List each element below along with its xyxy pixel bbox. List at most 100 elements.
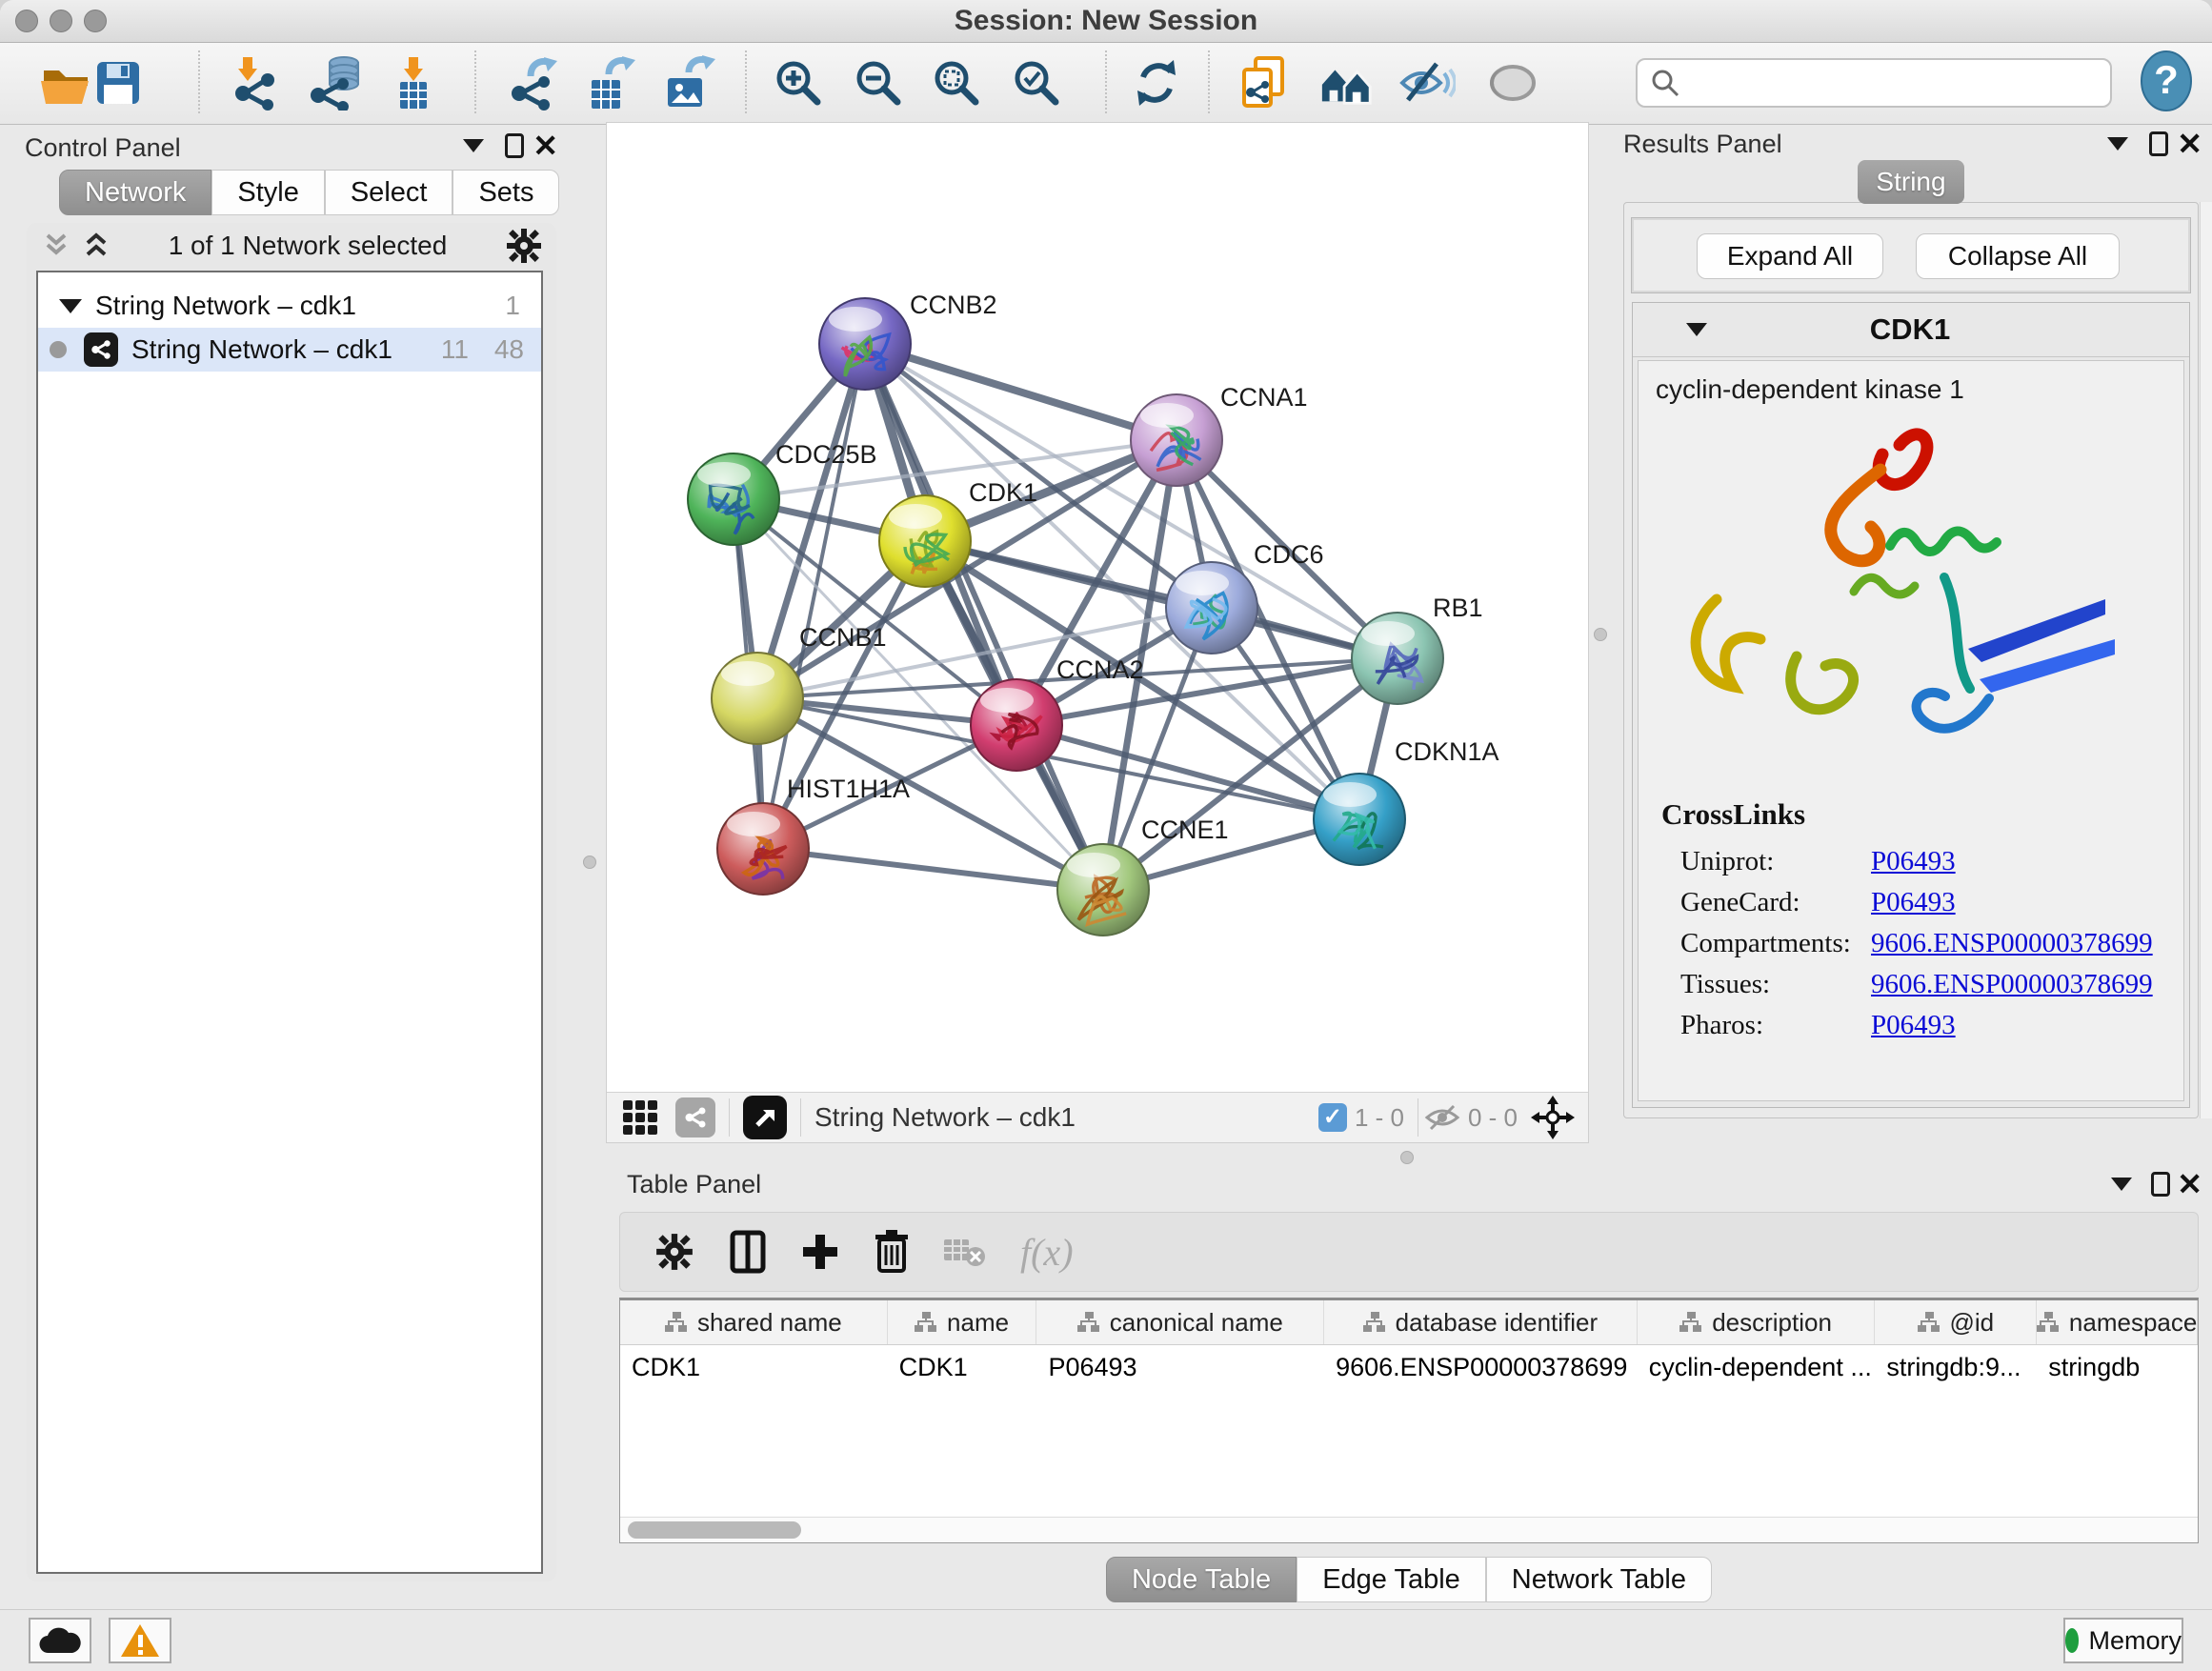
refresh-view-button[interactable] bbox=[1128, 54, 1185, 111]
expand-all-button[interactable]: Expand All bbox=[1697, 233, 1883, 279]
create-column-button[interactable] bbox=[801, 1233, 839, 1271]
column-header-3[interactable]: database identifier bbox=[1324, 1300, 1638, 1344]
horizontal-splitter-handle[interactable] bbox=[1400, 1151, 1414, 1164]
crosslink-link[interactable]: P06493 bbox=[1871, 846, 1956, 876]
network-collection-row[interactable]: String Network – cdk1 1 bbox=[38, 284, 541, 328]
help-button[interactable]: ? bbox=[2138, 52, 2195, 110]
cell-@id[interactable]: stringdb:9... bbox=[1875, 1345, 2037, 1389]
node-RB1[interactable]: RB1 bbox=[1352, 594, 1483, 704]
results-scrollbar[interactable] bbox=[2200, 202, 2212, 1118]
hide-selected-button[interactable] bbox=[1398, 54, 1456, 111]
export-network-button[interactable] bbox=[505, 54, 562, 111]
delete-column-button[interactable] bbox=[874, 1230, 910, 1274]
fit-content-button[interactable] bbox=[928, 54, 985, 111]
gear-icon[interactable] bbox=[505, 227, 543, 265]
edge-CCNB2-CCNA1[interactable] bbox=[865, 344, 1176, 440]
toolbar-separator bbox=[745, 50, 747, 113]
birds-eye-grid-icon[interactable] bbox=[622, 1099, 658, 1136]
panel-close-icon[interactable]: ✕ bbox=[2177, 131, 2202, 156]
string-view-icon[interactable] bbox=[675, 1097, 715, 1137]
show-all-button[interactable] bbox=[1484, 54, 1541, 111]
zoom-selected-button[interactable] bbox=[1008, 54, 1065, 111]
import-network-database-button[interactable] bbox=[307, 54, 364, 111]
selected-checkbox-icon[interactable]: ✓ bbox=[1318, 1103, 1347, 1132]
panel-menu-icon[interactable] bbox=[2107, 137, 2128, 151]
save-session-button[interactable] bbox=[90, 54, 147, 111]
right-splitter-handle[interactable] bbox=[1594, 628, 1607, 641]
column-header-0[interactable]: shared name bbox=[620, 1300, 888, 1344]
node-CCNA1[interactable]: CCNA1 bbox=[1131, 383, 1308, 486]
edge-CCNB2-HIST1H1A[interactable] bbox=[763, 344, 865, 849]
node-CDKN1A[interactable]: CDKN1A bbox=[1314, 737, 1499, 865]
node-HIST1H1A[interactable]: HIST1H1A bbox=[717, 775, 910, 895]
panel-float-icon[interactable] bbox=[505, 133, 524, 158]
cell-namespace[interactable]: stringdb bbox=[2037, 1345, 2198, 1389]
zoom-in-button[interactable] bbox=[770, 54, 827, 111]
tab-string[interactable]: String bbox=[1858, 160, 1964, 204]
tab-network[interactable]: Network bbox=[59, 170, 211, 215]
tab-node-table[interactable]: Node Table bbox=[1106, 1557, 1297, 1602]
node-CDK1[interactable]: CDK1 bbox=[879, 478, 1037, 587]
table-settings-button[interactable] bbox=[654, 1232, 694, 1272]
node-CCNB1[interactable]: CCNB1 bbox=[712, 623, 887, 744]
panel-menu-icon[interactable] bbox=[463, 139, 484, 152]
collapse-all-icon[interactable] bbox=[42, 232, 70, 260]
crosslink-link[interactable]: P06493 bbox=[1871, 887, 1956, 917]
column-header-5[interactable]: @id bbox=[1875, 1300, 2037, 1344]
column-header-1[interactable]: name bbox=[888, 1300, 1037, 1344]
edge-CCNB2-CCNE1[interactable] bbox=[865, 344, 1103, 890]
column-header-2[interactable]: canonical name bbox=[1036, 1300, 1324, 1344]
gene-expander-icon[interactable] bbox=[1686, 323, 1707, 336]
expand-all-icon[interactable] bbox=[82, 232, 111, 260]
clone-network-button[interactable] bbox=[1235, 54, 1292, 111]
zoom-out-button[interactable] bbox=[850, 54, 907, 111]
tab-edge-table[interactable]: Edge Table bbox=[1297, 1557, 1486, 1602]
column-header-4[interactable]: description bbox=[1638, 1300, 1876, 1344]
tab-select[interactable]: Select bbox=[325, 170, 453, 215]
open-session-button[interactable] bbox=[36, 54, 93, 111]
first-neighbors-button[interactable] bbox=[1318, 54, 1376, 111]
import-table-file-button[interactable] bbox=[385, 54, 442, 111]
collapse-all-button[interactable]: Collapse All bbox=[1916, 233, 2120, 279]
node-CCNE1[interactable]: CCNE1 bbox=[1057, 815, 1229, 936]
memory-button[interactable]: Memory bbox=[2063, 1618, 2183, 1663]
cell-shared-name[interactable]: CDK1 bbox=[620, 1345, 888, 1389]
panel-float-icon[interactable] bbox=[2149, 131, 2168, 156]
delete-table-button[interactable] bbox=[944, 1236, 986, 1268]
show-columns-button[interactable] bbox=[729, 1230, 767, 1274]
tree-expander-icon[interactable] bbox=[59, 299, 82, 313]
import-network-file-button[interactable] bbox=[227, 54, 284, 111]
crosslink-link[interactable]: 9606.ENSP00000378699 bbox=[1871, 928, 2153, 958]
panel-menu-icon[interactable] bbox=[2111, 1178, 2132, 1191]
cell-name[interactable]: CDK1 bbox=[888, 1345, 1037, 1389]
table-hscroll-thumb[interactable] bbox=[628, 1521, 801, 1539]
panel-close-icon[interactable]: ✕ bbox=[2177, 1172, 2202, 1197]
table-row[interactable]: CDK1CDK1P064939606.ENSP00000378699cyclin… bbox=[620, 1345, 2198, 1389]
search-input[interactable] bbox=[1689, 68, 2093, 99]
function-builder-button[interactable]: f(x) bbox=[1020, 1230, 1074, 1275]
crosslink-link[interactable]: P06493 bbox=[1871, 1010, 1956, 1040]
panel-close-icon[interactable]: ✕ bbox=[533, 133, 558, 158]
network-row[interactable]: String Network – cdk1 11 48 bbox=[38, 328, 541, 372]
cell-description[interactable]: cyclin-dependent ... bbox=[1638, 1345, 1876, 1389]
panel-float-icon[interactable] bbox=[2151, 1172, 2170, 1197]
cell-database-identifier[interactable]: 9606.ENSP00000378699 bbox=[1324, 1345, 1638, 1389]
pan-crosshair-icon[interactable] bbox=[1531, 1096, 1575, 1139]
export-table-button[interactable] bbox=[581, 54, 638, 111]
export-image-button[interactable] bbox=[659, 54, 716, 111]
table-hscrollbar[interactable] bbox=[620, 1517, 2198, 1542]
network-canvas[interactable]: CCNB2CCNA1CDC25BCDK1CDC6RB1CCNB1CCNA2CDK… bbox=[607, 123, 1588, 1093]
left-splitter-handle[interactable] bbox=[583, 856, 596, 869]
tab-sets[interactable]: Sets bbox=[452, 170, 559, 215]
tab-network-table[interactable]: Network Table bbox=[1486, 1557, 1712, 1602]
edge-HIST1H1A-CCNE1[interactable] bbox=[763, 849, 1103, 890]
gene-header[interactable]: CDK1 bbox=[1633, 303, 2189, 357]
open-in-window-icon[interactable] bbox=[743, 1096, 787, 1139]
cell-canonical-name[interactable]: P06493 bbox=[1036, 1345, 1324, 1389]
column-header-6[interactable]: namespace bbox=[2037, 1300, 2198, 1344]
warning-button[interactable] bbox=[109, 1618, 171, 1663]
tab-style[interactable]: Style bbox=[211, 170, 324, 215]
crosslink-link[interactable]: 9606.ENSP00000378699 bbox=[1871, 969, 2153, 999]
search-field[interactable] bbox=[1636, 58, 2112, 108]
cloud-button[interactable] bbox=[29, 1618, 91, 1663]
